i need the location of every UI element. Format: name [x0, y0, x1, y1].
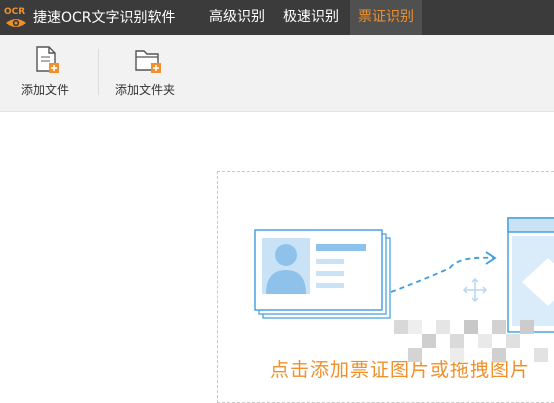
- add-folder-button[interactable]: 添加文件夹: [112, 35, 188, 111]
- id-card-icon: [254, 229, 391, 319]
- add-folder-icon: [135, 50, 161, 73]
- svg-text:OCR: OCR: [4, 7, 25, 17]
- ocr-logo-icon: OCR: [4, 7, 26, 27]
- add-file-button[interactable]: 添加文件: [10, 35, 82, 111]
- pixelated-watermark: [394, 320, 548, 362]
- dashed-arrow-icon: [390, 251, 497, 293]
- tab-fast-recognition[interactable]: 极速识别: [276, 0, 346, 35]
- title-bar: OCR 捷速OCR文字识别软件 高级识别 极速识别 票证识别: [0, 0, 554, 35]
- tab-ticket-recognition[interactable]: 票证识别: [350, 0, 422, 35]
- add-file-icon: [36, 46, 59, 73]
- app-title: 捷速OCR文字识别软件: [33, 10, 176, 26]
- toolbar-divider: [98, 49, 99, 95]
- add-folder-label: 添加文件夹: [115, 83, 176, 97]
- toolbar: 添加文件 添加文件夹: [0, 35, 554, 112]
- tab-advanced-recognition[interactable]: 高级识别: [202, 0, 272, 35]
- move-icon: [462, 277, 488, 303]
- add-file-label: 添加文件: [21, 83, 70, 97]
